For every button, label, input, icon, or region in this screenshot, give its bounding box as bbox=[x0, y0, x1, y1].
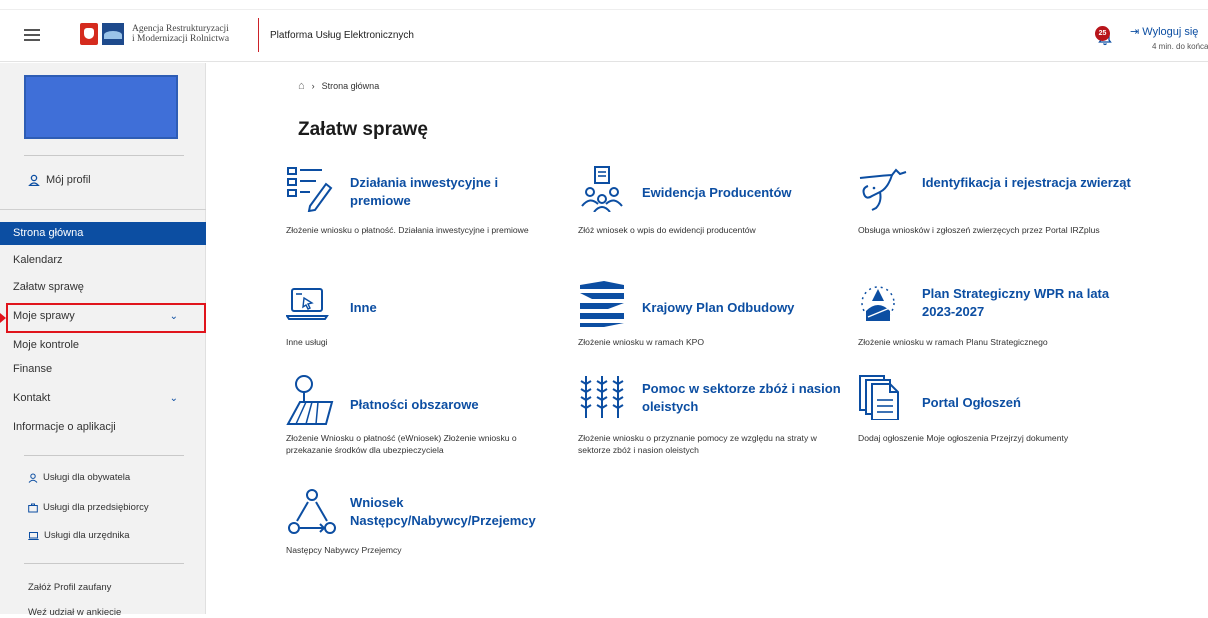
logout-button[interactable]: ⇥ Wyloguj się bbox=[1130, 25, 1198, 38]
trusted-profile-link[interactable]: Załóż Profil zaufany bbox=[28, 582, 111, 593]
nav-informacje-o-aplikacji[interactable]: Informacje o aplikacji bbox=[0, 416, 206, 439]
logo-text: Agencja Restrukturyzacji i Modernizacji … bbox=[132, 24, 229, 44]
tile-description: Obsługa wniosków i zgłoszeń zwierzęcych … bbox=[858, 225, 1100, 235]
page-title: Załatw sprawę bbox=[298, 119, 428, 140]
breadcrumb: ⌂ › Strona główna bbox=[298, 80, 379, 92]
eagle-emblem-icon bbox=[80, 23, 98, 45]
tile-title[interactable]: Krajowy Plan Odbudowy bbox=[642, 299, 852, 317]
cycle-people-icon bbox=[288, 489, 336, 534]
form-pen-icon bbox=[287, 167, 333, 212]
tile-title[interactable]: Identyfikacja i rejestracja zwierząt bbox=[922, 174, 1132, 192]
my-profile-label: Mój profil bbox=[46, 174, 91, 186]
services-official-link[interactable]: Usługi dla urzędnika bbox=[28, 530, 130, 541]
people-register-icon bbox=[581, 166, 623, 212]
laptop-icon bbox=[28, 531, 39, 540]
services-business-link[interactable]: Usługi dla przedsiębiorcy bbox=[28, 502, 149, 513]
divider bbox=[24, 563, 184, 564]
divider bbox=[24, 155, 184, 156]
breadcrumb-current: Strona główna bbox=[321, 81, 380, 91]
tile-description: Złożenie wniosku w ramach Planu Strategi… bbox=[858, 337, 1048, 347]
field-tree-icon bbox=[286, 375, 334, 425]
tile-title[interactable]: Plan Strategiczny WPR na lata 2023-2027 bbox=[922, 285, 1132, 321]
tile-description: Złożenie Wniosku o płatność (eWniosek) Z… bbox=[286, 433, 517, 455]
pointer-arrow-icon bbox=[0, 313, 6, 323]
top-strip bbox=[0, 0, 1208, 10]
tile-title[interactable]: Pomoc w sektorze zbóż i nasion oleistych bbox=[642, 380, 852, 416]
nav-kalendarz[interactable]: Kalendarz bbox=[0, 249, 206, 272]
user-avatar-placeholder bbox=[24, 75, 178, 139]
survey-link[interactable]: Weź udział w ankiecie bbox=[28, 607, 121, 618]
nav-finanse[interactable]: Finanse bbox=[0, 358, 206, 381]
eu-stars-icon bbox=[861, 286, 895, 321]
app-header: Agencja Restrukturyzacji i Modernizacji … bbox=[0, 10, 1208, 62]
nav-kontakt[interactable]: Kontakt ⌄ bbox=[0, 387, 206, 410]
divider bbox=[0, 209, 206, 210]
tile-title[interactable]: Płatności obszarowe bbox=[350, 396, 560, 414]
tile-description: Dodaj ogłoszenie Moje ogłoszenia Przejrz… bbox=[858, 433, 1069, 443]
notification-badge: 25 bbox=[1095, 26, 1110, 41]
nav-zalatw-sprawe[interactable]: Załatw sprawę bbox=[0, 276, 206, 299]
platform-name: Platforma Usług Elektronicznych bbox=[270, 30, 414, 41]
cow-icon bbox=[859, 168, 907, 211]
tile-description: Złożenie wniosku o płatność. Działania i… bbox=[286, 225, 529, 235]
briefcase-icon bbox=[28, 503, 38, 512]
nav-moje-kontrole[interactable]: Moje kontrole bbox=[0, 334, 206, 357]
tile-description: Złożenie wniosku w ramach KPO bbox=[578, 337, 705, 347]
arimr-mark-icon bbox=[102, 23, 124, 45]
services-citizen-link[interactable]: Usługi dla obywatela bbox=[28, 472, 130, 483]
breadcrumb-separator: › bbox=[311, 81, 315, 91]
tile-description: Złóż wniosek o wpis do ewidencji produce… bbox=[578, 225, 756, 235]
tile-title[interactable]: Ewidencja Producentów bbox=[642, 184, 852, 202]
tile-title[interactable]: Inne bbox=[350, 299, 560, 317]
highlight-frame bbox=[6, 303, 206, 333]
divider bbox=[24, 455, 184, 456]
tile-title[interactable]: Wniosek Następcy/Nabywcy/Przejemcy bbox=[350, 494, 560, 530]
logo-line1: Agencja Restrukturyzacji bbox=[132, 24, 229, 34]
header-divider bbox=[258, 18, 259, 52]
grain-icon bbox=[580, 376, 624, 418]
session-timer: 4 min. do końca bbox=[1152, 42, 1208, 51]
logout-icon: ⇥ bbox=[1130, 26, 1143, 38]
my-profile-link[interactable]: Mój profil bbox=[28, 174, 91, 186]
laptop-cursor-icon bbox=[286, 288, 329, 320]
person-icon bbox=[28, 174, 40, 186]
nav-strona-glowna[interactable]: Strona główna bbox=[0, 222, 206, 245]
kpo-logo-icon bbox=[580, 281, 624, 327]
home-icon[interactable]: ⌂ bbox=[298, 80, 305, 92]
person-icon bbox=[28, 473, 38, 483]
tile-title[interactable]: Działania inwestycyjne i premiowe bbox=[350, 174, 560, 210]
tile-description: Złożenie wniosku o przyznanie pomocy ze … bbox=[578, 433, 817, 455]
tile-description: Inne usługi bbox=[286, 337, 328, 347]
arimr-logo[interactable]: Agencja Restrukturyzacji i Modernizacji … bbox=[80, 23, 229, 45]
chevron-down-icon: ⌄ bbox=[169, 393, 178, 404]
tile-title[interactable]: Portal Ogłoszeń bbox=[922, 394, 1132, 412]
logout-label: Wyloguj się bbox=[1142, 26, 1199, 38]
menu-icon[interactable] bbox=[24, 29, 40, 41]
logo-line2: i Modernizacji Rolnictwa bbox=[132, 34, 230, 44]
tile-description: Następcy Nabywcy Przejemcy bbox=[286, 545, 402, 555]
documents-icon bbox=[859, 375, 899, 420]
